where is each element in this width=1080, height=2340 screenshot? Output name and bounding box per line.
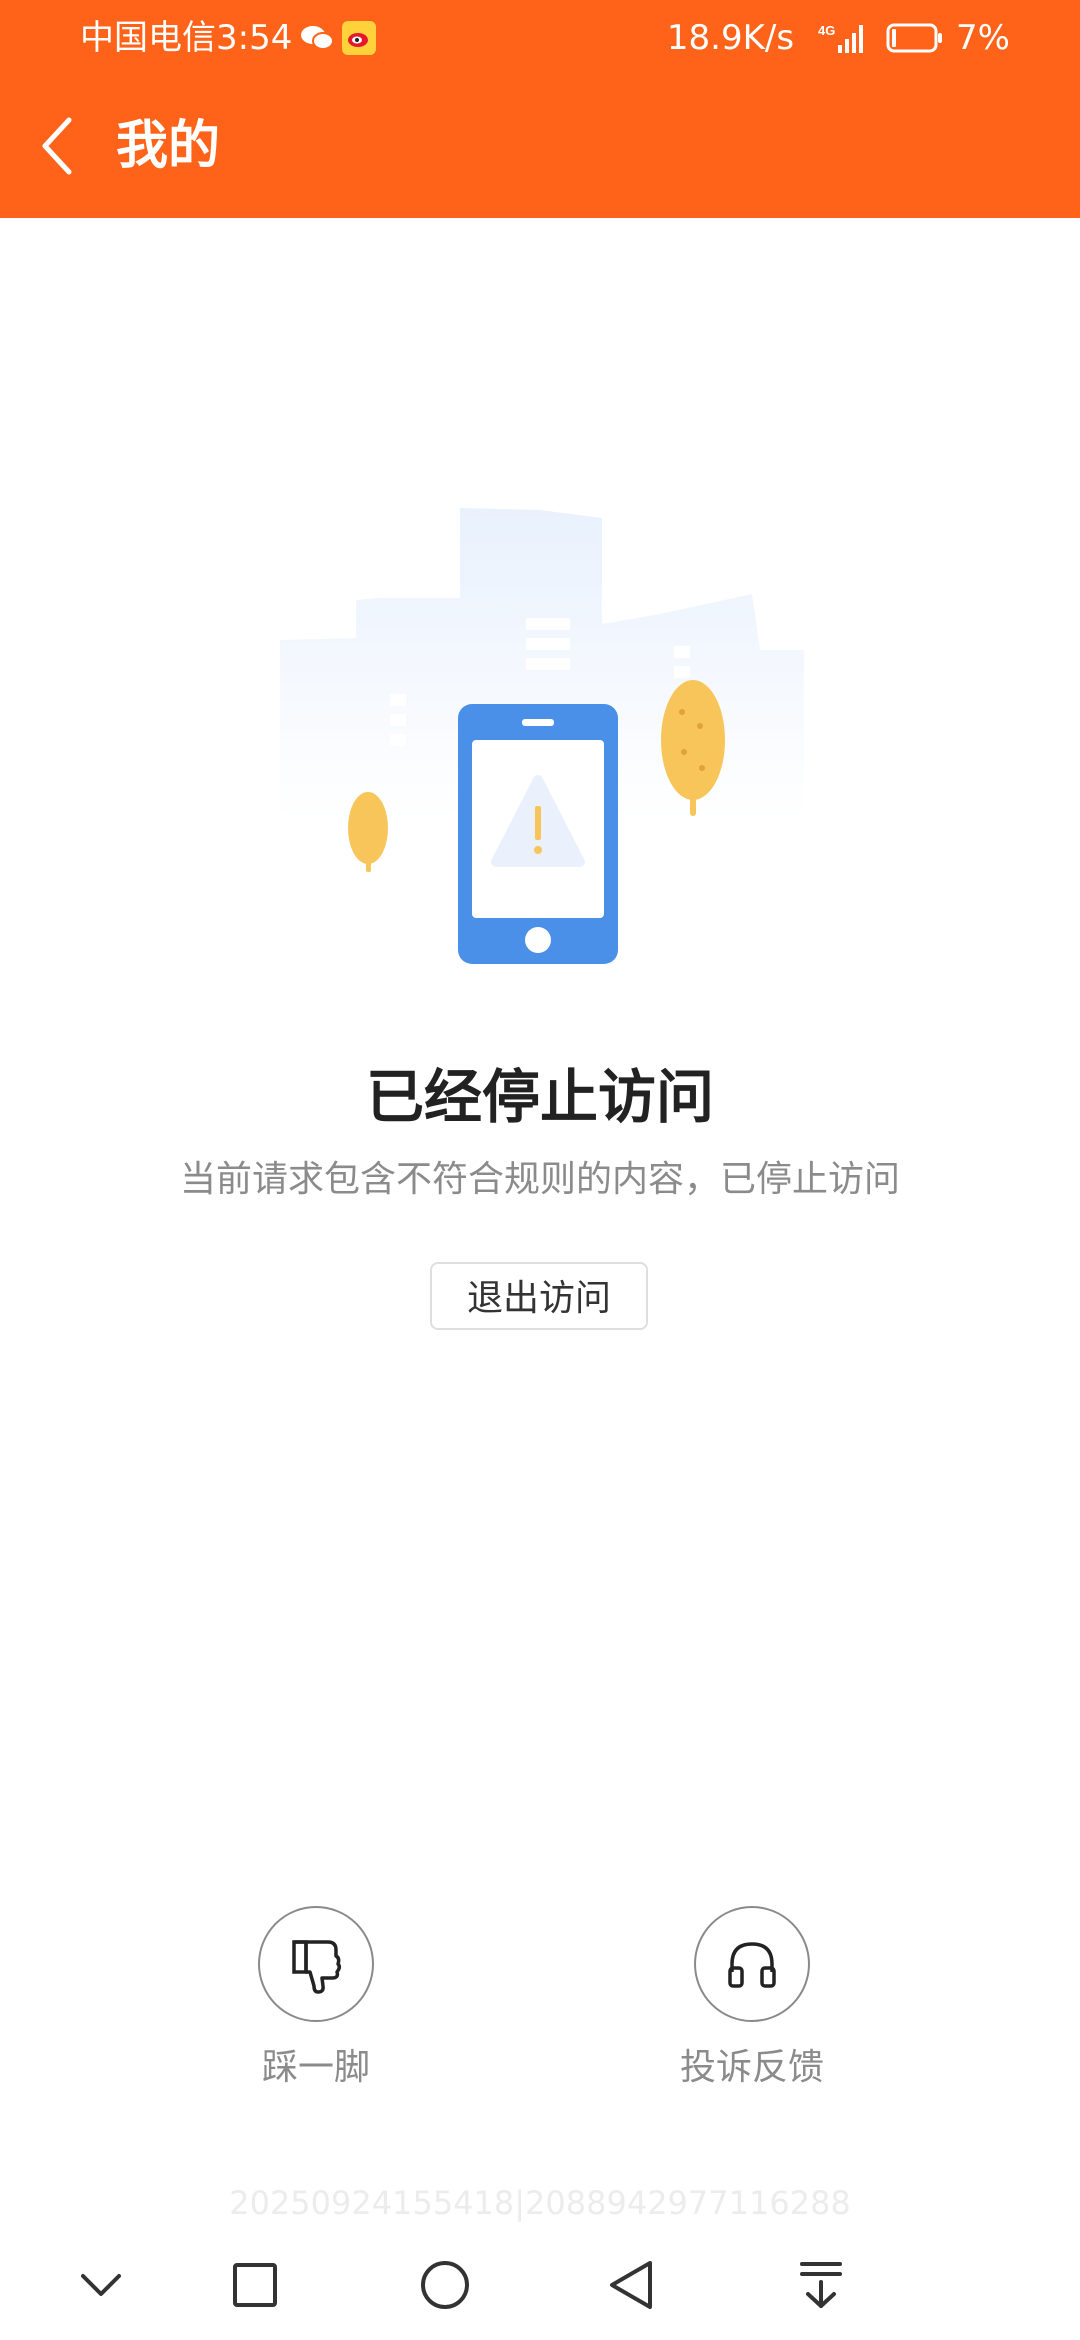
dislike-label: 踩一脚 xyxy=(261,2047,370,2088)
dislike-button[interactable] xyxy=(258,1906,374,2022)
battery-percent: 7% xyxy=(956,18,1010,58)
system-nav-bar xyxy=(0,2230,1080,2340)
status-bar: 中国电信3:54 18.9K/s 4G 7% xyxy=(0,0,1080,76)
nav-collapse-button[interactable] xyxy=(66,2250,136,2320)
network-speed: 18.9K/s xyxy=(666,18,795,58)
square-icon xyxy=(233,2263,277,2307)
exit-access-button[interactable]: 退出访问 xyxy=(430,1262,648,1330)
signal-icon: 4G xyxy=(818,23,864,53)
thumbs-down-icon xyxy=(292,1940,342,1994)
chevron-left-icon xyxy=(42,117,72,175)
dislike-action[interactable]: 踩一脚 xyxy=(206,1906,426,2090)
blocked-phone-illustration xyxy=(280,508,804,964)
blocked-message: 当前请求包含不符合规则的内容，已停止访问 xyxy=(179,1159,900,1200)
nav-download-button[interactable] xyxy=(786,2250,856,2320)
tree-left xyxy=(348,792,388,872)
wechat-icon xyxy=(301,26,335,50)
page-title: 我的 xyxy=(116,116,221,176)
signal-label: 4G xyxy=(818,23,835,38)
headphones-icon xyxy=(728,1942,776,1988)
carrier-time: 中国电信3:54 xyxy=(80,18,293,58)
app-header-bar: 中国电信3:54 18.9K/s 4G 7% 我的 xyxy=(0,0,1080,218)
back-triangle-icon xyxy=(610,2261,652,2309)
back-button[interactable] xyxy=(30,110,82,182)
download-icon xyxy=(800,2262,842,2308)
battery-icon xyxy=(886,23,943,53)
home-circle-icon xyxy=(421,2261,469,2309)
trace-id: 20250924155418|2088942977116288 xyxy=(229,2184,851,2222)
blocked-title: 已经停止访问 xyxy=(365,1063,714,1131)
feedback-label: 投诉反馈 xyxy=(679,2047,824,2088)
nav-back-button[interactable] xyxy=(596,2250,666,2320)
weibo-icon xyxy=(342,21,377,55)
chevron-down-icon xyxy=(81,2274,121,2296)
feedback-button[interactable] xyxy=(694,1906,810,2022)
feedback-action[interactable]: 投诉反馈 xyxy=(642,1906,862,2090)
header: 我的 xyxy=(0,96,1080,196)
phone-icon xyxy=(458,704,618,964)
nav-home-button[interactable] xyxy=(410,2250,480,2320)
nav-recents-button[interactable] xyxy=(220,2250,290,2320)
